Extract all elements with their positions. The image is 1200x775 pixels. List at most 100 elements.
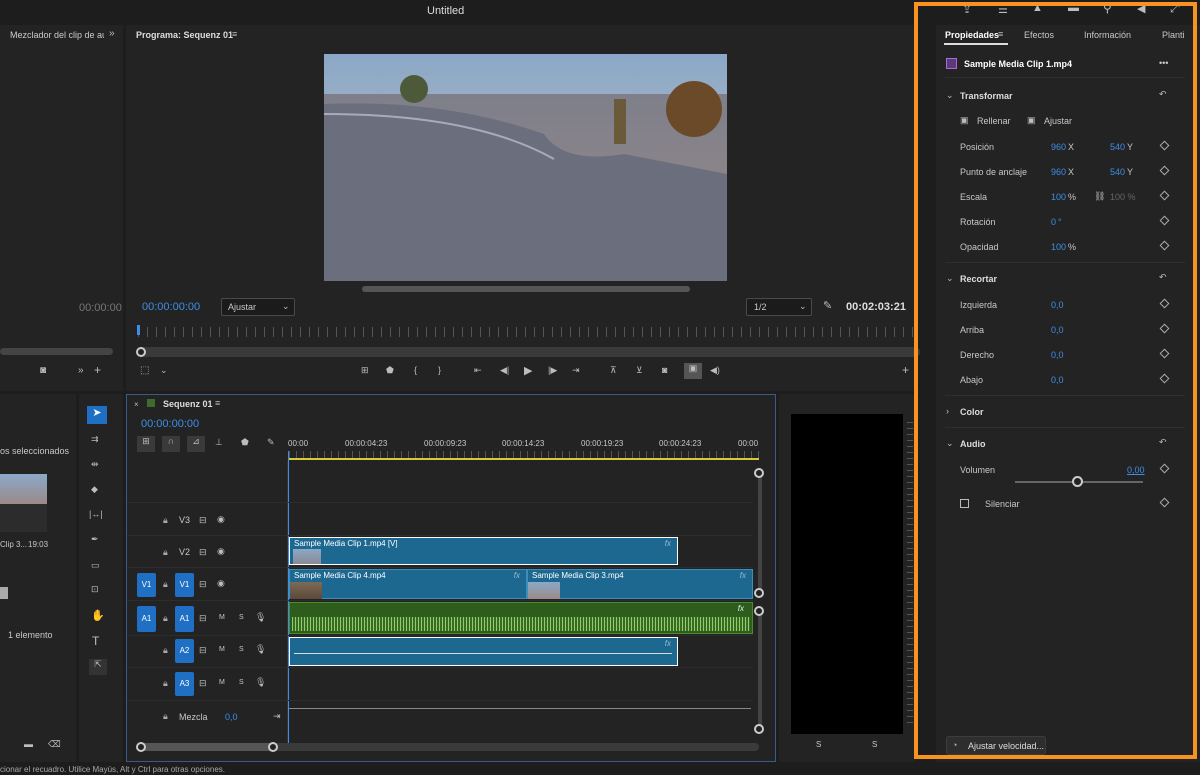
microphone-icon[interactable]: 🎙︎	[255, 644, 266, 655]
trash-icon[interactable]: ⌫	[48, 739, 61, 750]
ripple-edit-tool-icon[interactable]: ⇹	[91, 459, 99, 470]
scroll-handle[interactable]	[754, 606, 764, 616]
hand-tool-icon[interactable]: ✋	[91, 609, 105, 622]
lock-icon[interactable]: 🔒︎	[163, 579, 171, 589]
sync-icon[interactable]: ⊟	[199, 645, 207, 656]
fit-dropdown[interactable]: Ajustar ⌄	[221, 298, 295, 316]
pen-tool-icon[interactable]: ✒	[91, 534, 99, 545]
video-track-scrollbar[interactable]	[758, 471, 762, 591]
slip-tool-icon[interactable]: |↔|	[89, 509, 103, 519]
add-button-icon[interactable]: +	[902, 363, 909, 377]
meter-solo-left[interactable]: S	[816, 740, 821, 749]
rectangle-tool-icon[interactable]: ▭	[91, 560, 100, 571]
lock-icon[interactable]: 🔒︎	[163, 547, 171, 557]
audio-track-scrollbar[interactable]	[758, 607, 762, 727]
clip-thumbnail[interactable]: Clip 3... 19:03	[0, 474, 48, 549]
chevron-more-icon[interactable]: »	[109, 28, 115, 39]
speaker-icon[interactable]: ◀)	[710, 365, 720, 376]
tab-program[interactable]: Programa: Sequenz 01	[136, 30, 233, 40]
mark-in-icon[interactable]: {	[414, 365, 417, 375]
resolution-dropdown[interactable]: 1/2 ⌄	[746, 298, 812, 316]
track-target-a3[interactable]: A3	[175, 672, 194, 696]
zoom-handle-right[interactable]	[268, 742, 278, 752]
wrench-icon[interactable]: ✎	[267, 437, 275, 448]
step-forward-icon[interactable]: |▶	[548, 365, 557, 376]
microphone-icon[interactable]: 🎙︎	[255, 612, 266, 623]
tab-sequence[interactable]: Sequenz 01	[163, 399, 213, 409]
more-chevron-icon[interactable]: »	[78, 365, 84, 376]
close-icon[interactable]: ×	[134, 400, 139, 409]
zoom-scrollbar[interactable]	[138, 347, 920, 357]
panel-menu-icon[interactable]: ≡	[232, 29, 237, 39]
eye-icon[interactable]: ◉	[217, 578, 225, 589]
add-marker-icon[interactable]: ⬟	[241, 437, 249, 448]
eye-icon[interactable]: ◉	[217, 546, 225, 557]
add-icon[interactable]: +	[94, 363, 101, 377]
lock-icon[interactable]: 🔒︎	[163, 613, 171, 623]
remix-tool-icon[interactable]: ⊡	[91, 584, 99, 595]
clip-a1[interactable]: fx	[289, 602, 753, 634]
extract-icon[interactable]: ⊻	[636, 365, 643, 376]
lock-icon[interactable]: 🔒︎	[163, 678, 171, 688]
export-frame-icon[interactable]: ◙	[662, 365, 667, 375]
mixer-scrollbar[interactable]	[0, 348, 113, 355]
selection-tool-icon[interactable]: ➤	[87, 406, 107, 424]
caption-icon[interactable]: ⊥	[215, 437, 223, 448]
lock-icon[interactable]: 🔒︎	[163, 645, 171, 655]
sync-icon[interactable]: ⊟	[199, 613, 207, 624]
tab-audio-clip-mixer[interactable]: Mezclador del clip de au	[10, 30, 104, 40]
source-patch-v1[interactable]: V1	[137, 573, 156, 597]
lift-icon[interactable]: ⊼	[610, 365, 617, 376]
video-scrollbar[interactable]	[362, 286, 690, 292]
wrench-icon[interactable]: ✎	[823, 299, 832, 312]
track-target-v1[interactable]: V1	[175, 573, 194, 597]
sync-icon[interactable]: ⊟	[199, 515, 207, 526]
chevron-down-icon[interactable]: ⌄	[160, 365, 168, 376]
clip-v1-4[interactable]: Sample Media Clip 4.mp4 fx	[289, 569, 527, 599]
track-target-a2[interactable]: A2	[175, 639, 194, 663]
playhead-marker[interactable]	[137, 325, 140, 335]
timeline-ruler[interactable]	[289, 451, 759, 458]
lock-icon[interactable]: 🔒︎	[163, 711, 171, 721]
zoom-handle-left[interactable]	[136, 347, 146, 357]
razor-tool-icon[interactable]: ◆	[91, 484, 98, 495]
clip-v1-3[interactable]: Sample Media Clip 3.mp4 fx	[527, 569, 753, 599]
play-icon[interactable]: ▶	[524, 364, 532, 377]
mute-toggle[interactable]: M	[219, 679, 225, 686]
mute-toggle[interactable]: M	[219, 614, 225, 621]
sequence-timecode[interactable]: 00:00:00:00	[141, 418, 199, 430]
mark-out-icon[interactable]: }	[438, 365, 441, 375]
solo-toggle[interactable]: S	[239, 679, 244, 686]
new-bin-icon[interactable]: ▬	[24, 739, 33, 749]
add-marker-icon[interactable]: ⬟	[386, 365, 394, 376]
track-target-a1[interactable]: A1	[175, 606, 194, 632]
program-timecode[interactable]: 00:00:00:00	[142, 301, 200, 313]
clip-a2[interactable]: fx	[289, 637, 678, 666]
microphone-icon[interactable]: 🎙︎	[255, 677, 266, 688]
camera-icon[interactable]: ◙	[40, 365, 46, 376]
zoom-handle-left[interactable]	[136, 742, 146, 752]
linked-selection-icon[interactable]: ⊿	[187, 436, 205, 452]
sync-icon[interactable]: ⊟	[199, 547, 207, 558]
scroll-handle[interactable]	[754, 724, 764, 734]
source-patch-a1[interactable]: A1	[137, 606, 156, 632]
insert-overwrite-icon[interactable]: ⊞	[361, 365, 369, 376]
zoom-bar-fill[interactable]	[141, 743, 275, 751]
scroll-handle[interactable]	[754, 468, 764, 478]
program-ruler[interactable]	[138, 327, 914, 337]
go-to-in-icon[interactable]: ⇤	[474, 365, 482, 376]
eye-icon[interactable]: ◉	[217, 514, 225, 525]
lock-icon[interactable]: 🔒︎	[163, 515, 171, 525]
track-select-tool-icon[interactable]: ⇉	[91, 434, 99, 445]
sync-icon[interactable]: ⊟	[199, 678, 207, 689]
comparison-view-icon[interactable]: ▣	[684, 363, 702, 379]
meter-solo-right[interactable]: S	[872, 740, 877, 749]
safe-margins-icon[interactable]: ⬚	[140, 365, 149, 376]
panel-menu-icon[interactable]: ≡	[215, 398, 220, 408]
go-to-out-icon[interactable]: ⇥	[572, 365, 580, 376]
sync-icon[interactable]: ⊟	[199, 579, 207, 590]
type-tool-icon[interactable]: T	[92, 634, 99, 648]
step-back-icon[interactable]: ◀|	[500, 365, 509, 376]
go-to-end-icon[interactable]: ⇥	[273, 711, 281, 722]
scroll-handle[interactable]	[754, 588, 764, 598]
